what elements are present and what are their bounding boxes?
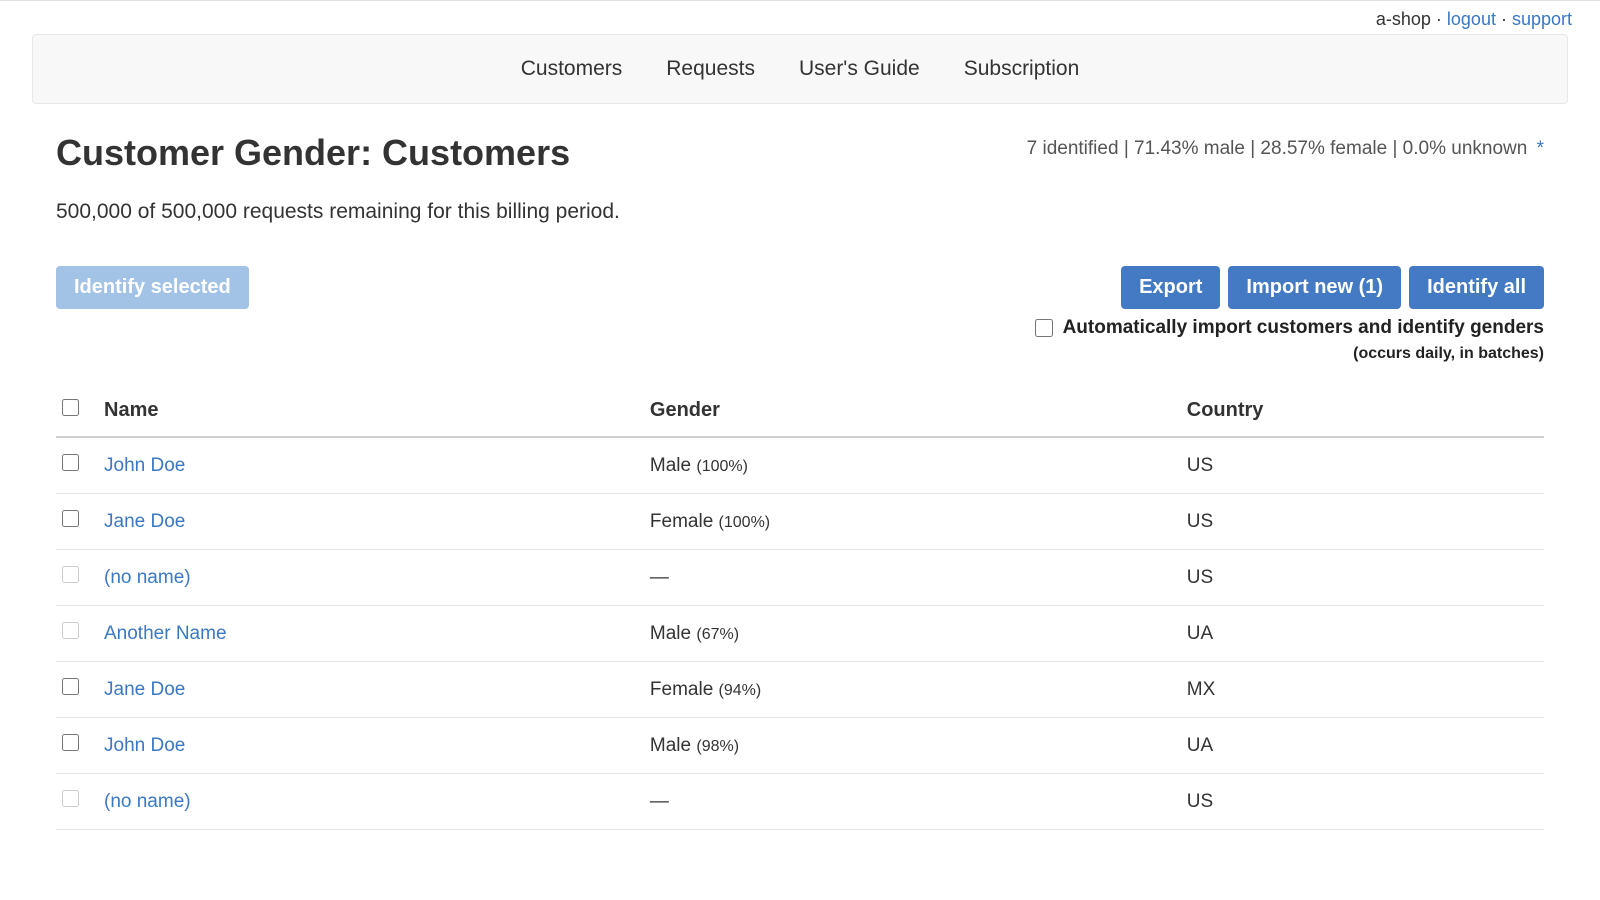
country-cell: UA	[1179, 718, 1544, 774]
gender-cell: Male (98%)	[642, 718, 1179, 774]
auto-import-row[interactable]: Automatically import customers and ident…	[1035, 317, 1544, 339]
export-button[interactable]: Export	[1121, 266, 1220, 309]
gender-cell: Male (67%)	[642, 606, 1179, 662]
gender-cell: —	[642, 774, 1179, 830]
country-cell: US	[1179, 494, 1544, 550]
identify-selected-button[interactable]: Identify selected	[56, 266, 249, 309]
table-row: (no name) —US	[56, 774, 1544, 830]
gender-cell: Female (100%)	[642, 494, 1179, 550]
table-row: John Doe Male (98%)UA	[56, 718, 1544, 774]
gender-cell: Male (100%)	[642, 437, 1179, 494]
account-name: a-shop	[1376, 9, 1431, 29]
country-cell: US	[1179, 550, 1544, 606]
row-checkbox[interactable]	[62, 566, 79, 583]
auto-import-label: Automatically import customers and ident…	[1063, 317, 1544, 339]
auto-import-note: (occurs daily, in batches)	[1035, 345, 1544, 363]
table-row: Another Name Male (67%)UA	[56, 606, 1544, 662]
row-checkbox[interactable]	[62, 678, 79, 695]
nav-users-guide[interactable]: User's Guide	[799, 57, 920, 81]
page-title: Customer Gender: Customers	[56, 132, 570, 174]
customer-name-link[interactable]: John Doe	[104, 455, 185, 476]
customer-name-link[interactable]: (no name)	[104, 791, 191, 812]
logout-link[interactable]: logout	[1447, 9, 1496, 29]
customer-name-link[interactable]: Jane Doe	[104, 511, 185, 532]
auto-import-checkbox[interactable]	[1035, 319, 1053, 337]
quota-text: 500,000 of 500,000 requests remaining fo…	[56, 200, 1544, 224]
row-checkbox[interactable]	[62, 454, 79, 471]
country-cell: UA	[1179, 606, 1544, 662]
import-new-button[interactable]: Import new (1)	[1228, 266, 1401, 309]
identify-all-button[interactable]: Identify all	[1409, 266, 1544, 309]
customer-name-link[interactable]: Another Name	[104, 623, 227, 644]
stats-asterisk-link[interactable]: *	[1537, 138, 1544, 159]
nav-customers[interactable]: Customers	[521, 57, 623, 81]
gender-cell: Female (94%)	[642, 662, 1179, 718]
table-row: Jane Doe Female (100%)US	[56, 494, 1544, 550]
support-link[interactable]: support	[1512, 9, 1572, 29]
country-cell: US	[1179, 437, 1544, 494]
row-checkbox[interactable]	[62, 622, 79, 639]
country-cell: US	[1179, 774, 1544, 830]
nav-subscription[interactable]: Subscription	[964, 57, 1080, 81]
select-all-checkbox[interactable]	[62, 399, 79, 416]
table-row: Jane Doe Female (94%)MX	[56, 662, 1544, 718]
table-row: John Doe Male (100%)US	[56, 437, 1544, 494]
customer-name-link[interactable]: (no name)	[104, 567, 191, 588]
table-row: (no name) —US	[56, 550, 1544, 606]
customers-table: Name Gender Country John DoeMale (100%)U…	[56, 387, 1544, 830]
gender-cell: —	[642, 550, 1179, 606]
customer-name-link[interactable]: John Doe	[104, 735, 185, 756]
stats-summary: 7 identified | 71.43% male | 28.57% fema…	[1027, 138, 1544, 160]
col-gender: Gender	[642, 387, 1179, 437]
country-cell: MX	[1179, 662, 1544, 718]
nav-requests[interactable]: Requests	[666, 57, 755, 81]
top-links: a-shop · logout · support	[0, 1, 1600, 34]
col-country: Country	[1179, 387, 1544, 437]
row-checkbox[interactable]	[62, 790, 79, 807]
main-nav: Customers Requests User's Guide Subscrip…	[32, 34, 1568, 104]
col-name: Name	[96, 387, 642, 437]
row-checkbox[interactable]	[62, 734, 79, 751]
customer-name-link[interactable]: Jane Doe	[104, 679, 185, 700]
row-checkbox[interactable]	[62, 510, 79, 527]
